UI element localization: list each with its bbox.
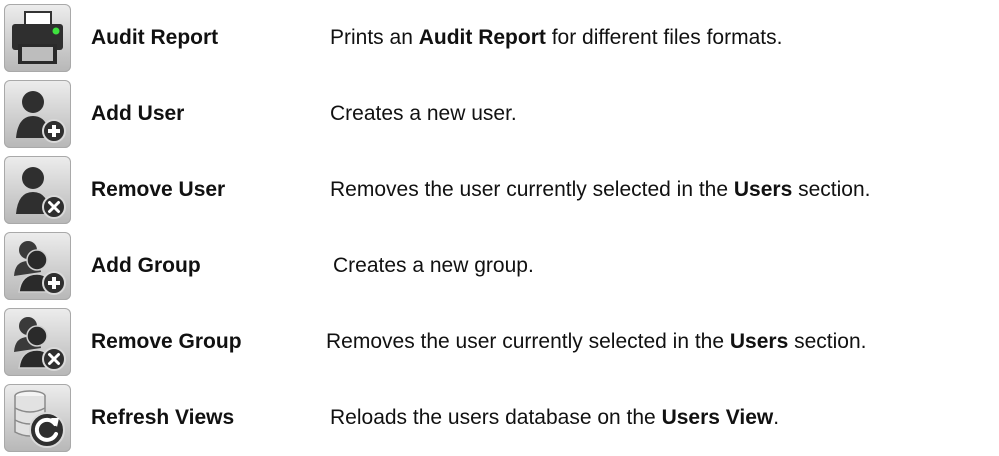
remove-user-icon[interactable]	[4, 156, 71, 224]
add-group-description: Creates a new group.	[333, 254, 534, 277]
audit-report-label: Audit Report	[91, 26, 219, 49]
add-group-label: Add Group	[91, 254, 201, 277]
remove-group-icon[interactable]	[4, 308, 71, 376]
audit-report-row: Audit Report Prints an Audit Report for …	[0, 0, 999, 76]
remove-group-row: Remove Group Removes the user currently …	[0, 304, 999, 380]
add-group-row: Add Group Creates a new group.	[0, 228, 999, 304]
remove-user-label: Remove User	[91, 178, 226, 201]
remove-user-row: Remove User Removes the user currently s…	[0, 152, 999, 228]
add-user-row: Add User Creates a new user.	[0, 76, 999, 152]
add-group-icon[interactable]	[4, 232, 71, 300]
printer-icon[interactable]	[4, 4, 71, 72]
remove-user-description: Removes the user currently selected in t…	[330, 178, 871, 201]
add-user-label: Add User	[91, 102, 185, 125]
refresh-views-description: Reloads the users database on the Users …	[330, 406, 780, 429]
refresh-views-icon[interactable]	[4, 384, 71, 452]
add-user-description: Creates a new user.	[330, 102, 517, 125]
refresh-views-row: Refresh Views Reloads the users database…	[0, 380, 999, 456]
add-user-icon[interactable]	[4, 80, 71, 148]
remove-group-label: Remove Group	[91, 330, 242, 353]
remove-group-description: Removes the user currently selected in t…	[326, 330, 867, 353]
audit-report-description: Prints an Audit Report for different fil…	[330, 26, 783, 49]
refresh-views-label: Refresh Views	[91, 406, 235, 429]
